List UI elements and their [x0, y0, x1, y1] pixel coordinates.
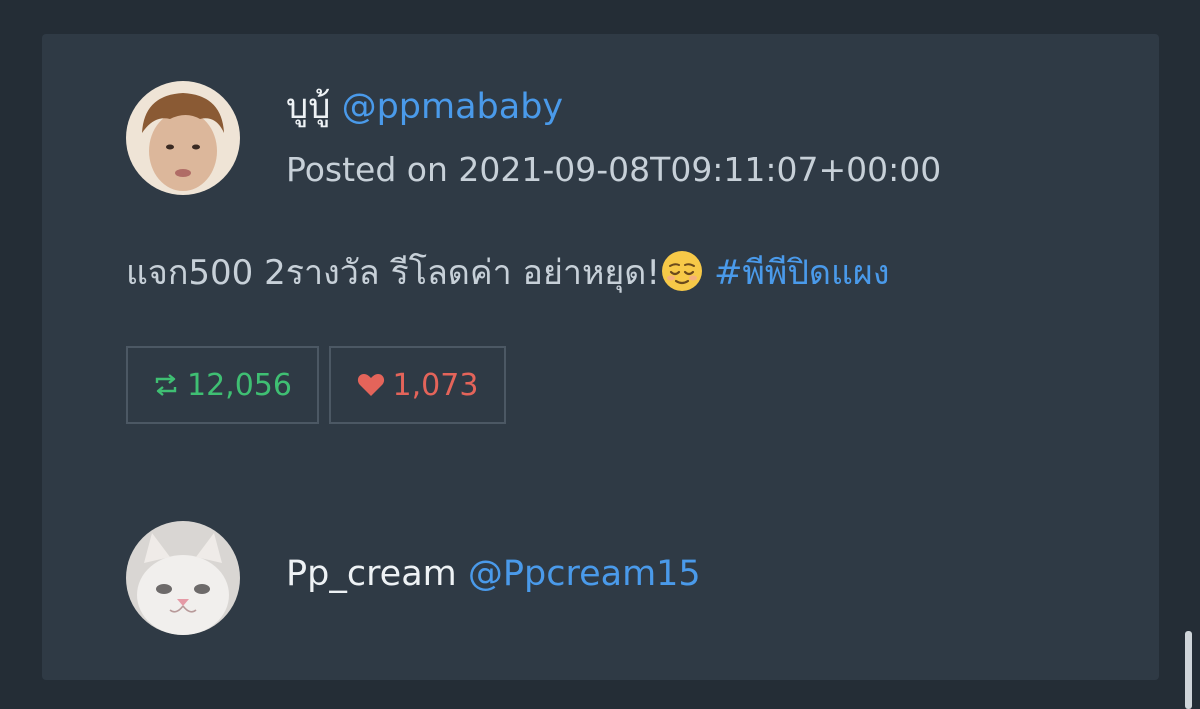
tweet-card: บูบู้ @ppmababy Posted on 2021-09-08T09:… — [42, 34, 1159, 680]
display-name[interactable]: บูบู้ — [286, 87, 330, 127]
like-count: 1,073 — [392, 367, 479, 403]
author-line: บูบู้ @ppmababy — [286, 85, 563, 129]
avatar[interactable] — [126, 521, 240, 635]
tweet-body: แจก500 2รางวัล รีโลดค่า อย่าหยุด! — [126, 253, 661, 293]
retweet-count-button[interactable]: 12,056 — [126, 346, 319, 424]
like-count-button[interactable]: 1,073 — [329, 346, 506, 424]
post-timestamp: Posted on 2021-09-08T09:11:07+00:00 — [286, 150, 942, 189]
hashtag-link[interactable]: #พีพีปิดแผง — [714, 253, 889, 293]
tweet-text: แจก500 2รางวัล รีโลดค่า อย่าหยุด! #พีพีป… — [126, 249, 889, 296]
page: บูบู้ @ppmababy Posted on 2021-09-08T09:… — [0, 0, 1200, 709]
user-handle[interactable]: @Ppcream15 — [468, 554, 701, 594]
heart-icon — [357, 373, 385, 397]
author-line: Pp_cream @Ppcream15 — [286, 552, 701, 596]
scrollbar-thumb[interactable] — [1185, 631, 1192, 709]
display-name[interactable]: Pp_cream — [286, 554, 457, 594]
user-handle[interactable]: @ppmababy — [342, 87, 564, 127]
avatar[interactable] — [126, 81, 240, 195]
retweet-count: 12,056 — [187, 367, 292, 403]
relieved-face-emoji-icon — [660, 249, 704, 293]
retweet-icon — [153, 374, 179, 396]
